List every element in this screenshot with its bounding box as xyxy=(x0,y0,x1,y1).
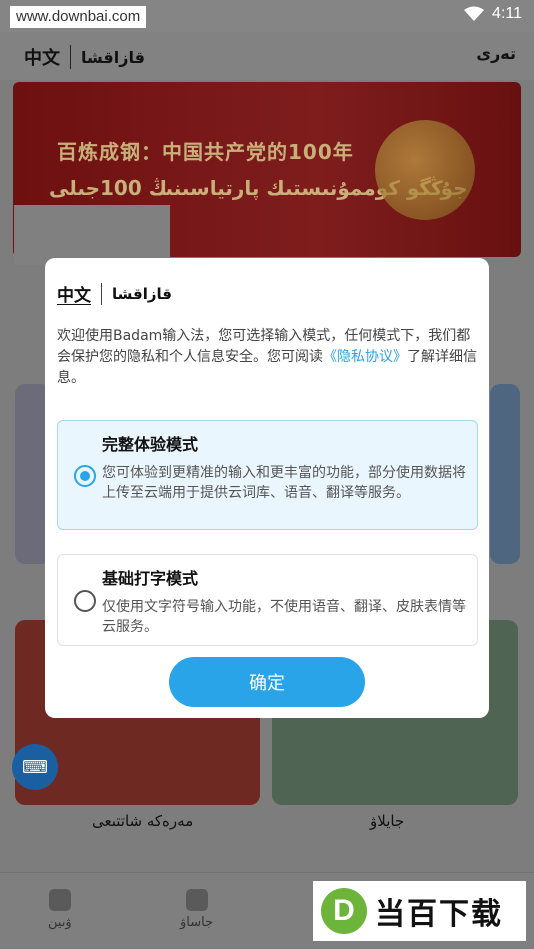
dialog-language-switch: 中文 قازاقشا xyxy=(57,281,172,306)
radio-unselected-icon[interactable] xyxy=(74,590,96,612)
option-basic-mode[interactable]: 基础打字模式 仅使用文字符号输入功能，不使用语音、翻译、皮肤表情等云服务。 xyxy=(57,554,478,646)
status-bar: www.downbai.com 4:11 xyxy=(0,0,534,32)
option-title: 基础打字模式 xyxy=(102,569,199,588)
skin-card-right-top[interactable] xyxy=(490,384,520,564)
lang-chinese-tab[interactable]: 中文 xyxy=(24,44,60,70)
lang-kazakh-tab[interactable]: قازاقشا xyxy=(81,48,145,67)
app-bar: 中文 قازاقشا تەرى xyxy=(0,32,534,80)
status-time: 4:11 xyxy=(492,5,522,22)
banner-title-zh: 百炼成钢：中国共产党的100年 xyxy=(57,140,354,164)
input-mode-dialog: 中文 قازاقشا 欢迎使用Badam输入法，您可选择输入模式，任何模式下，我… xyxy=(45,258,489,718)
bag-icon xyxy=(48,889,71,911)
lang-divider xyxy=(70,45,71,69)
skin-label-right: جايلاۋ xyxy=(370,812,405,830)
language-switch: 中文 قازاقشا xyxy=(24,44,145,70)
dialog-lang-kazakh[interactable]: قازاقشا xyxy=(112,285,172,303)
nav-item-home[interactable]: ۋىين xyxy=(48,889,72,930)
option-description: 仅使用文字符号输入功能，不使用语音、翻译、皮肤表情等云服务。 xyxy=(102,599,466,635)
nav-item-settings[interactable]: جاساۋ xyxy=(180,889,213,930)
logo-text: 当百下载 xyxy=(375,897,503,932)
keyboard-fab-icon[interactable]: ⌨ xyxy=(12,744,58,790)
dialog-description: 欢迎使用Badam输入法，您可选择输入模式，任何模式下，我们都会保护您的隐私和个… xyxy=(57,326,477,389)
party-emblem-icon xyxy=(375,120,475,220)
option-full-mode[interactable]: 完整体验模式 您可体验到更精准的输入和更丰富的功能，部分使用数据将上传至云端用于… xyxy=(57,420,478,530)
status-right: 4:11 xyxy=(464,5,522,23)
gear-icon xyxy=(185,889,208,911)
dialog-lang-divider xyxy=(101,282,102,305)
privacy-policy-link[interactable]: 《隐私协议》 xyxy=(323,349,407,365)
option-title: 完整体验模式 xyxy=(102,435,199,454)
wifi-icon xyxy=(464,6,485,21)
appbar-right-label[interactable]: تەرى xyxy=(476,44,516,63)
watermark-url: www.downbai.com xyxy=(10,6,147,28)
radio-selected-icon[interactable] xyxy=(74,465,96,487)
nav-label-home: ۋىين xyxy=(48,915,72,930)
dialog-lang-chinese[interactable]: 中文 xyxy=(57,281,91,306)
banner-chip xyxy=(14,205,170,265)
confirm-button[interactable]: 确定 xyxy=(169,657,365,707)
watermark-logo: D 当百下载 xyxy=(313,881,526,941)
option-description: 您可体验到更精准的输入和更丰富的功能，部分使用数据将上传至云端用于提供云词库、语… xyxy=(102,465,466,501)
skin-label-left: مەرەكە شاتتىعى xyxy=(92,812,194,830)
logo-d-icon: D xyxy=(321,888,367,934)
nav-label-settings: جاساۋ xyxy=(180,915,214,930)
